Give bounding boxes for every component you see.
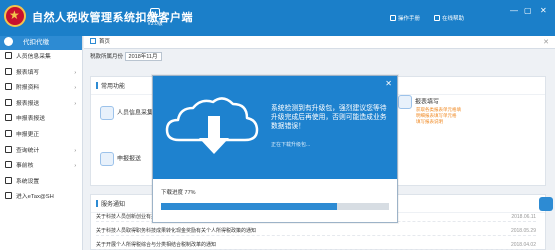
function-description: 获取各类报表单元格填 明细报表填写单元格 填写报表说明: [416, 107, 461, 125]
tab-home[interactable]: 首页: [99, 39, 110, 45]
gear-icon: [5, 176, 12, 184]
user-avatar-icon: [4, 37, 13, 46]
notice-row[interactable]: 关于开展个人所得税综合与分类相结合税制改革的通知 2018.04.02: [96, 240, 536, 250]
manual-link[interactable]: 操作手册: [390, 14, 420, 22]
sidebar-item-pre-check[interactable]: 事前核 ›: [0, 159, 82, 175]
chevron-icon: ›: [74, 69, 76, 76]
sidebar-item-settings[interactable]: 系统设置: [0, 175, 82, 191]
sidebar-item-label: 报表报送: [16, 100, 40, 107]
national-emblem-icon: [4, 5, 26, 27]
person-icon: [5, 52, 12, 59]
close-dialog-button[interactable]: ✕: [385, 79, 392, 88]
function-label: 申报报送: [117, 156, 142, 163]
report-icon: [398, 95, 412, 109]
check-icon: [5, 161, 12, 169]
sidebar-item-label: 附报资料: [16, 85, 40, 92]
help-link[interactable]: 在线帮助: [434, 14, 464, 22]
chevron-icon: ›: [74, 163, 76, 170]
progress-label: 下载进度 77%: [161, 190, 196, 196]
chevron-icon: ›: [74, 100, 76, 107]
sidebar-item-label: 事前核: [16, 163, 34, 170]
close-window-button[interactable]: ✕: [540, 6, 547, 15]
download-status: 正在下载升级包...: [271, 142, 311, 148]
version-label: V3.0版: [147, 21, 163, 27]
floating-service-button[interactable]: [539, 197, 553, 211]
sidebar-item-label: 申报更正: [16, 131, 40, 138]
minimize-button[interactable]: —: [510, 6, 518, 15]
close-tab-button[interactable]: ✕: [543, 36, 549, 49]
help-icon: [434, 15, 440, 21]
sidebar-item-label: 人员信息采集: [16, 54, 51, 60]
function-label: 报表填写: [415, 99, 440, 106]
upgrade-message: 系统检测到有升级包，强烈建议您等待升级完成后再使用，否则可能造成业务数据错误！: [271, 105, 387, 130]
notice-text: 关于开展个人所得税综合与分类相结合税制改革的通知: [96, 242, 217, 248]
sidebar-item-declaration-correct[interactable]: 申报更正: [0, 128, 82, 144]
notice-date: 2018.06.11: [511, 214, 536, 220]
chevron-icon: ›: [74, 85, 76, 92]
declaration-icon: [100, 152, 114, 166]
notice-date: 2018.05.29: [510, 228, 536, 234]
folder-icon: [5, 83, 12, 91]
notice-text: 关于科技人员取得职务科技成果转化现金奖励有关个人所得税政策的通知: [96, 228, 257, 234]
chart-icon: [5, 145, 12, 153]
manual-label: 操作手册: [398, 16, 421, 22]
sidebar-item-etax[interactable]: 进入eTax@SH: [0, 190, 82, 206]
sidebar-header: 代扣代缴: [0, 36, 82, 50]
person-card-icon: [100, 106, 114, 120]
sidebar-item-label: 系统设置: [16, 178, 40, 185]
function-label: 人员信息采集: [117, 110, 154, 117]
sidebar-item-declaration-send[interactable]: 申报表报送: [0, 112, 82, 128]
cloud-download-icon: [165, 97, 259, 154]
progress-fill: [161, 203, 337, 210]
help-label: 在线帮助: [442, 16, 465, 22]
function-person-info[interactable]: 人员信息采集: [100, 106, 153, 120]
doc-icon: [5, 114, 12, 122]
sidebar-item-label: 查询统计: [16, 147, 40, 154]
desc-line: 填写报表说明: [416, 119, 443, 124]
sidebar-item-label: 进入eTax@SH: [16, 194, 54, 201]
title-bar: 自然人税收管理系统扣缴客户端 V3.0版 操作手册 在线帮助 — ▢ ✕: [0, 0, 555, 36]
book-icon: [390, 15, 396, 21]
sidebar-item-label: 报表填写: [16, 69, 40, 76]
edit-icon: [5, 67, 12, 75]
notice-row[interactable]: 关于科技人员取得职务科技成果转化现金奖励有关个人所得税政策的通知 2018.05.…: [96, 226, 536, 236]
link-icon: [5, 192, 12, 200]
download-progress-bar: [161, 203, 389, 210]
sidebar-item-report-send[interactable]: 报表报送 ›: [0, 97, 82, 113]
home-icon: [90, 38, 96, 44]
chevron-icon: ›: [74, 147, 76, 154]
monitor-icon: [150, 8, 160, 17]
period-selector: 税款所属月份 2018年11月: [90, 52, 162, 62]
sidebar-item-person-info[interactable]: 人员信息采集: [0, 50, 82, 66]
sidebar-item-query-stats[interactable]: 查询统计 ›: [0, 144, 82, 160]
upgrade-banner: ✕ 系统检测到有升级包，强烈建议您等待升级完成后再使用，否则可能造成业务数据错误…: [153, 76, 397, 179]
sidebar-item-report-fill[interactable]: 报表填写 ›: [0, 66, 82, 82]
version-button[interactable]: V3.0版: [138, 8, 172, 27]
sidebar-item-attachments[interactable]: 附报资料 ›: [0, 81, 82, 97]
period-select[interactable]: 2018年11月: [124, 52, 162, 62]
sidebar: 代扣代缴 人员信息采集 报表填写 › 附报资料 › 报表报送 › 申报表报送 申报更正…: [0, 36, 83, 250]
maximize-button[interactable]: ▢: [524, 6, 532, 15]
sidebar-header-label: 代扣代缴: [23, 39, 49, 46]
function-report-fill[interactable]: 报表填写 获取各类报表单元格填 明细报表填写单元格 填写报表说明: [398, 95, 461, 124]
upgrade-dialog: ✕ 系统检测到有升级包，强烈建议您等待升级完成后再使用，否则可能造成业务数据错误…: [152, 75, 398, 223]
function-declaration[interactable]: 申报报送: [100, 152, 141, 166]
sidebar-item-label: 申报表报送: [16, 116, 45, 123]
period-label: 税款所属月份: [90, 54, 124, 60]
breadcrumb: 首页 ✕: [84, 36, 555, 49]
send-icon: [5, 98, 12, 106]
notice-date: 2018.04.02: [510, 242, 536, 248]
search-icon: [5, 129, 12, 137]
